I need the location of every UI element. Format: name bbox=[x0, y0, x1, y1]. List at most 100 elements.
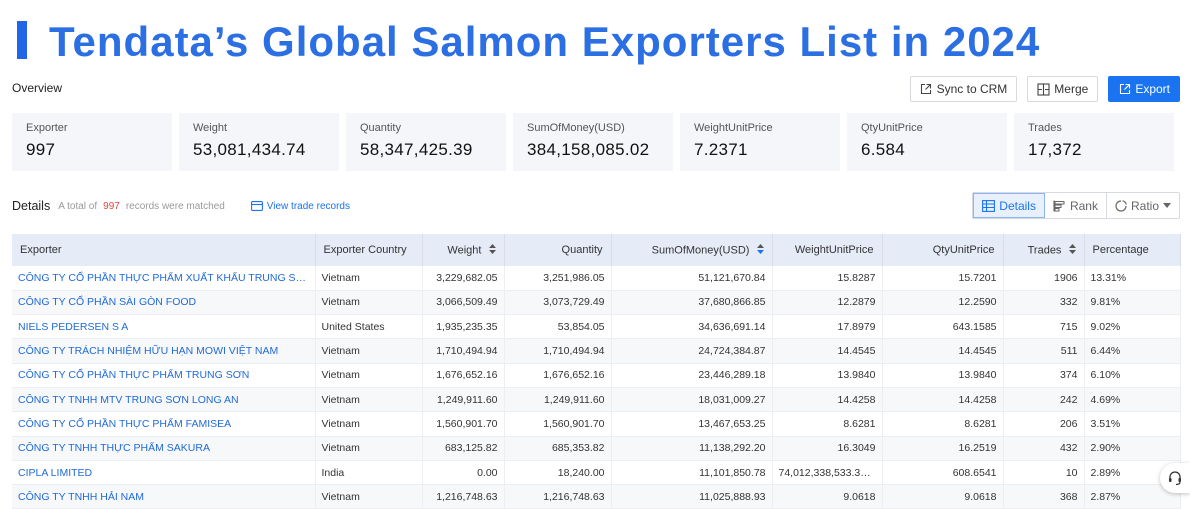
customer-support-button[interactable] bbox=[1160, 463, 1190, 493]
sort-icon[interactable] bbox=[1068, 243, 1076, 257]
table-row: CÔNG TY TNHH HẢI NAM Vietnam 1,216,748.63 1… bbox=[12, 484, 1181, 509]
overview-heading: Overview bbox=[12, 81, 63, 95]
table-row: CÔNG TY TNHH MTV TRUNG SƠN LONG AN Vietna… bbox=[12, 387, 1181, 413]
cell-weight-unit-price: 17.8979 bbox=[772, 314, 883, 340]
cell-weight: 3,229,682.05 bbox=[422, 266, 505, 291]
column-header-percentage[interactable]: Percentage bbox=[1084, 234, 1181, 266]
toolbar: Sync to CRM Merge Export bbox=[909, 76, 1180, 102]
tab-rank-label: Rank bbox=[1069, 198, 1098, 213]
card-icon bbox=[250, 201, 263, 211]
cell-exporter[interactable]: CÔNG TY TNHH MTV TRUNG SƠN LONG AN bbox=[12, 387, 316, 413]
cell-percentage: 3.51% bbox=[1084, 411, 1181, 437]
table-header-row: Exporter Exporter Country Weight Quantit… bbox=[12, 234, 1181, 266]
column-header-exporter[interactable]: Exporter bbox=[12, 234, 316, 266]
cell-exporter[interactable]: CÔNG TY TNHH HẢI NAM bbox=[12, 484, 316, 509]
cell-weight-unit-price: 15.8287 bbox=[772, 266, 883, 291]
view-trade-records-link[interactable]: View trade records bbox=[250, 201, 350, 212]
cell-qty-unit-price: 8.6281 bbox=[882, 411, 1004, 437]
cell-percentage: 6.44% bbox=[1084, 338, 1181, 364]
page-banner: Tendata’s Global Salmon Exporters List i… bbox=[0, 0, 1190, 76]
stat-card-weight-unit-price: WeightUnitPrice 7.2371 bbox=[680, 113, 840, 171]
cell-exporter[interactable]: CÔNG TY CỔ PHẦN SÀI GÒN FOOD bbox=[12, 290, 316, 316]
cell-qty-unit-price: 12.2590 bbox=[882, 290, 1004, 316]
cell-percentage: 6.10% bbox=[1084, 363, 1181, 388]
cell-country: United States bbox=[315, 314, 423, 340]
cell-weight: 3,066,509.49 bbox=[422, 290, 505, 316]
column-header-trades-label: Trades bbox=[1027, 243, 1062, 256]
sort-icon[interactable] bbox=[488, 243, 496, 257]
cell-exporter[interactable]: CÔNG TY CỔ PHẦN THỰC PHẨM TRUNG SƠN bbox=[12, 363, 316, 388]
export-label: Export bbox=[1135, 82, 1170, 96]
table-body: CÔNG TY CỔ PHẦN THỰC PHẨM XUẤT KHẨU TRUN… bbox=[12, 266, 1181, 509]
column-header-trades[interactable]: Trades bbox=[1003, 234, 1085, 266]
column-header-weight-unit-price[interactable]: WeightUnitPrice bbox=[772, 234, 883, 266]
cell-country: Vietnam bbox=[315, 484, 423, 509]
stat-label: Exporter bbox=[26, 122, 68, 134]
column-header-weight[interactable]: Weight bbox=[422, 234, 505, 266]
table-row: CÔNG TY CỔ PHẦN SÀI GÒN FOOD Vietnam 3,066… bbox=[12, 290, 1181, 316]
cell-country: Vietnam bbox=[315, 266, 423, 291]
exporters-table: Exporter Exporter Country Weight Quantit… bbox=[12, 234, 1181, 509]
stat-card-sum-of-money: SumOfMoney(USD) 384,158,085.02 bbox=[513, 113, 673, 171]
cell-trades: 432 bbox=[1003, 436, 1085, 461]
view-mode-tabs: Details Rank Ratio bbox=[972, 192, 1180, 219]
cell-percentage: 4.69% bbox=[1084, 387, 1181, 413]
tab-rank[interactable]: Rank bbox=[1045, 193, 1107, 218]
sync-to-crm-button[interactable]: Sync to CRM bbox=[909, 76, 1018, 102]
cell-exporter[interactable]: CÔNG TY CỔ PHẦN THỰC PHẨM FAMISEA bbox=[12, 411, 316, 437]
cell-exporter[interactable]: CÔNG TY CỔ PHẦN THỰC PHẨM XUẤT KHẨU TRUN… bbox=[12, 266, 316, 291]
cell-country: Vietnam bbox=[315, 338, 423, 364]
cell-trades: 1906 bbox=[1003, 266, 1085, 291]
headset-icon bbox=[1167, 470, 1183, 486]
column-header-sum-of-money[interactable]: SumOfMoney(USD) bbox=[611, 234, 773, 266]
cell-exporter[interactable]: CÔNG TY TRÁCH NHIỆM HỮU HẠN MOWI VIỆT NA… bbox=[12, 338, 316, 364]
cell-sum-of-money: 24,724,384.87 bbox=[611, 338, 773, 364]
cell-trades: 511 bbox=[1003, 338, 1085, 364]
cell-qty-unit-price: 643.1585 bbox=[882, 314, 1004, 340]
sort-icon[interactable] bbox=[756, 243, 764, 257]
cell-trades: 332 bbox=[1003, 290, 1085, 316]
cell-trades: 374 bbox=[1003, 363, 1085, 388]
cell-quantity: 1,216,748.63 bbox=[504, 484, 612, 509]
total-suffix: records were matched bbox=[125, 200, 225, 212]
bar-rank-icon bbox=[1053, 200, 1066, 212]
cell-weight-unit-price: 13.9840 bbox=[772, 363, 883, 388]
export-button[interactable]: Export bbox=[1108, 76, 1180, 102]
cell-country: India bbox=[315, 460, 423, 486]
cell-percentage: 9.81% bbox=[1084, 290, 1181, 316]
total-prefix: A total of bbox=[58, 200, 98, 212]
cell-weight-unit-price: 9.0618 bbox=[772, 484, 883, 509]
details-title: Details bbox=[12, 199, 51, 213]
cell-exporter[interactable]: CÔNG TY TNHH THỰC PHẨM SAKURA bbox=[12, 436, 316, 461]
cell-quantity: 3,251,986.05 bbox=[504, 266, 612, 291]
merge-button[interactable]: Merge bbox=[1027, 76, 1099, 102]
stat-card-trades: Trades 17,372 bbox=[1014, 113, 1174, 171]
cell-trades: 715 bbox=[1003, 314, 1085, 340]
column-header-quantity[interactable]: Quantity bbox=[504, 234, 612, 266]
cell-weight: 1,710,494.94 bbox=[422, 338, 505, 364]
column-header-exporter-country[interactable]: Exporter Country bbox=[315, 234, 423, 266]
stat-label: WeightUnitPrice bbox=[694, 122, 773, 134]
stat-card-exporter: Exporter 997 bbox=[12, 113, 172, 171]
cell-exporter[interactable]: CIPLA LIMITED bbox=[12, 460, 316, 486]
cell-percentage: 2.90% bbox=[1084, 436, 1181, 461]
cell-weight: 1,216,748.63 bbox=[422, 484, 505, 509]
cell-sum-of-money: 11,025,888.93 bbox=[611, 484, 773, 509]
cell-weight: 1,249,911.60 bbox=[422, 387, 505, 413]
stat-value: 384,158,085.02 bbox=[527, 140, 650, 159]
cell-qty-unit-price: 9.0618 bbox=[882, 484, 1004, 509]
cell-qty-unit-price: 14.4545 bbox=[882, 338, 1004, 364]
column-header-qty-unit-price[interactable]: QtyUnitPrice bbox=[882, 234, 1004, 266]
cell-sum-of-money: 11,101,850.78 bbox=[611, 460, 773, 486]
cell-weight-unit-price: 14.4258 bbox=[772, 387, 883, 413]
chevron-down-icon bbox=[1163, 203, 1171, 208]
tab-ratio[interactable]: Ratio bbox=[1107, 193, 1179, 218]
tab-details-label: Details bbox=[999, 198, 1036, 213]
cell-percentage: 13.31% bbox=[1084, 266, 1181, 291]
cell-weight: 1,935,235.35 bbox=[422, 314, 505, 340]
table-row: CÔNG TY TNHH THỰC PHẨM SAKURA Vietnam 683,… bbox=[12, 436, 1181, 461]
tab-details[interactable]: Details bbox=[973, 193, 1045, 218]
banner-accent-bar bbox=[17, 21, 27, 59]
table-row: CIPLA LIMITED India 0.00 18,240.00 11,101,85… bbox=[12, 460, 1181, 486]
cell-exporter[interactable]: NIELS PEDERSEN S A bbox=[12, 314, 316, 340]
